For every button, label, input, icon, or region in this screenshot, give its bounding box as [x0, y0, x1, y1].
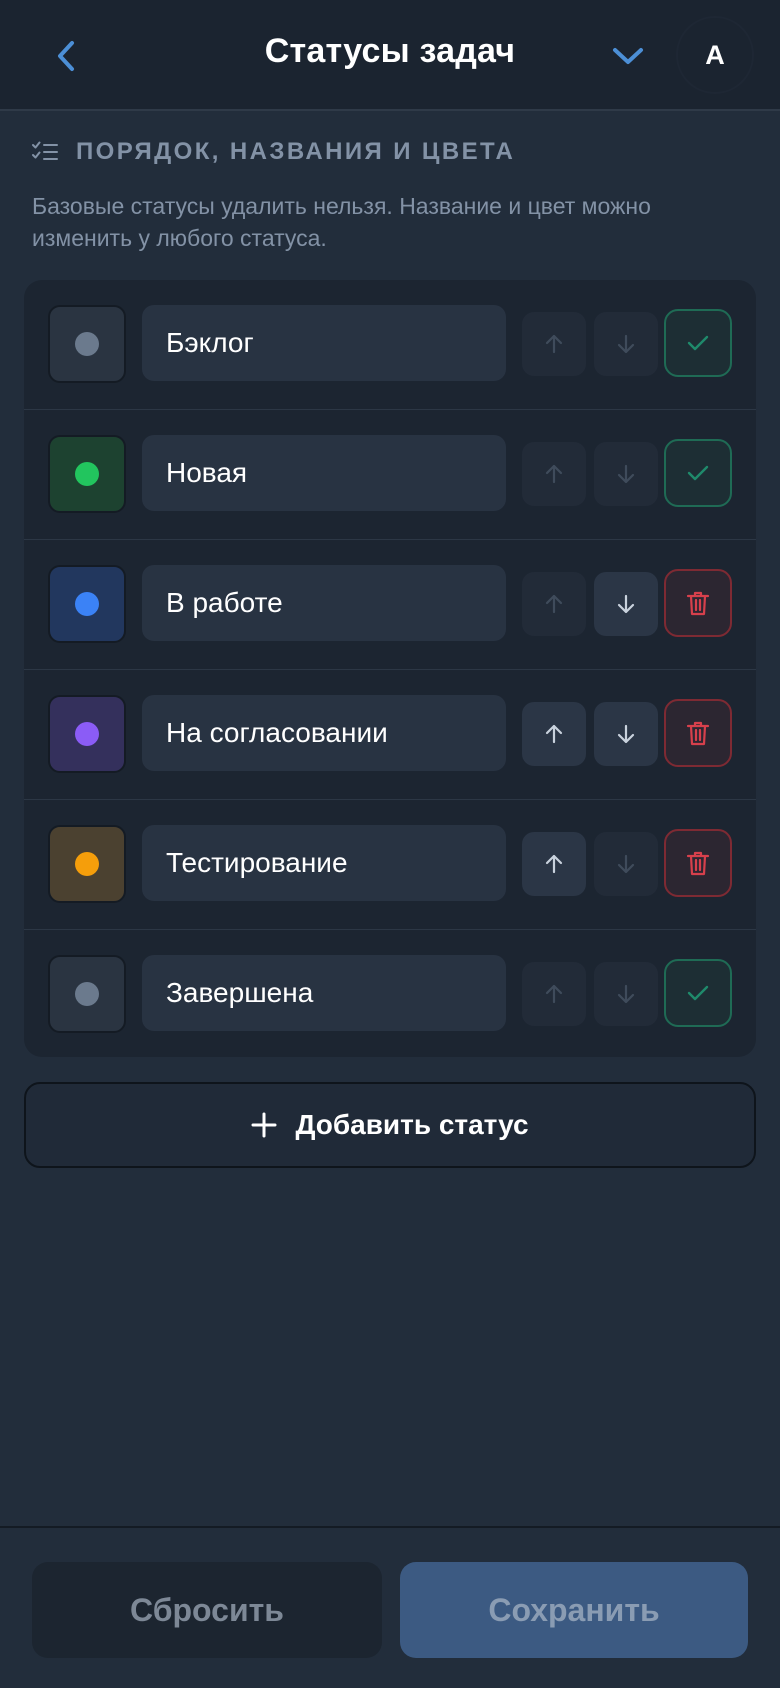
color-dot [75, 462, 99, 486]
section-description: Базовые статусы удалить нельзя. Название… [32, 193, 651, 251]
trash-icon [686, 591, 710, 616]
arrow-up-icon [545, 984, 563, 1004]
chevron-down-icon [613, 48, 643, 64]
status-name-input[interactable]: Новая [142, 435, 506, 511]
color-dot [75, 592, 99, 616]
reset-button[interactable]: Сбросить [32, 1562, 382, 1658]
avatar[interactable]: A [676, 16, 754, 94]
color-swatch-button[interactable] [48, 565, 126, 643]
move-up-button[interactable] [522, 962, 586, 1026]
move-down-button[interactable] [594, 832, 658, 896]
trash-icon [686, 851, 710, 876]
base-status-button[interactable] [664, 439, 732, 507]
status-name-input[interactable]: На согласовании [142, 695, 506, 771]
move-up-button[interactable] [522, 442, 586, 506]
delete-status-button[interactable] [664, 569, 732, 637]
status-row: Завершена [24, 930, 756, 1057]
arrow-down-icon [617, 464, 635, 484]
status-list: Бэклог Новая В работе На согласовании Тестир… [24, 280, 756, 1057]
color-swatch-button[interactable] [48, 695, 126, 773]
status-row: Новая [24, 410, 756, 540]
base-status-button[interactable] [664, 309, 732, 377]
page-title: Статусы задач [264, 32, 516, 70]
dropdown-button[interactable] [606, 34, 650, 78]
check-icon [687, 465, 709, 481]
footer-bar: Сбросить Сохранить [0, 1526, 780, 1688]
color-swatch-button[interactable] [48, 305, 126, 383]
arrow-down-icon [617, 724, 635, 744]
move-up-button[interactable] [522, 312, 586, 376]
move-down-button[interactable] [594, 572, 658, 636]
status-row: На согласовании [24, 670, 756, 800]
plus-icon [251, 1112, 277, 1138]
move-down-button[interactable] [594, 962, 658, 1026]
section-header: ПОРЯДОК, НАЗВАНИЯ И ЦВЕТА [32, 136, 515, 168]
status-row: Тестирование [24, 800, 756, 930]
arrow-down-icon [617, 594, 635, 614]
move-up-button[interactable] [522, 702, 586, 766]
arrow-down-icon [617, 334, 635, 354]
color-dot [75, 982, 99, 1006]
move-up-button[interactable] [522, 572, 586, 636]
arrow-down-icon [617, 854, 635, 874]
status-name-input[interactable]: Бэклог [142, 305, 506, 381]
status-name-input[interactable]: В работе [142, 565, 506, 641]
arrow-up-icon [545, 594, 563, 614]
color-dot [75, 332, 99, 356]
arrow-up-icon [545, 724, 563, 744]
delete-status-button[interactable] [664, 699, 732, 767]
app-header: Статусы задач A [0, 0, 780, 111]
save-button[interactable]: Сохранить [400, 1562, 748, 1658]
base-status-button[interactable] [664, 959, 732, 1027]
add-status-label: Добавить статус [295, 1109, 529, 1140]
arrow-up-icon [545, 464, 563, 484]
arrow-up-icon [545, 854, 563, 874]
checklist-icon [32, 141, 58, 160]
delete-status-button[interactable] [664, 829, 732, 897]
move-down-button[interactable] [594, 442, 658, 506]
add-status-button[interactable]: Добавить статус [24, 1082, 756, 1168]
move-down-button[interactable] [594, 702, 658, 766]
arrow-down-icon [617, 984, 635, 1004]
status-name-input[interactable]: Завершена [142, 955, 506, 1031]
trash-icon [686, 721, 710, 746]
status-row: Бэклог [24, 280, 756, 410]
check-icon [687, 985, 709, 1001]
status-row: В работе [24, 540, 756, 670]
color-swatch-button[interactable] [48, 825, 126, 903]
section-title: ПОРЯДОК, НАЗВАНИЯ И ЦВЕТА [76, 138, 516, 165]
move-up-button[interactable] [522, 832, 586, 896]
color-swatch-button[interactable] [48, 955, 126, 1033]
check-icon [687, 335, 709, 351]
color-dot [75, 722, 99, 746]
arrow-up-icon [545, 334, 563, 354]
status-name-input[interactable]: Тестирование [142, 825, 506, 901]
color-swatch-button[interactable] [48, 435, 126, 513]
move-down-button[interactable] [594, 312, 658, 376]
color-dot [75, 852, 99, 876]
